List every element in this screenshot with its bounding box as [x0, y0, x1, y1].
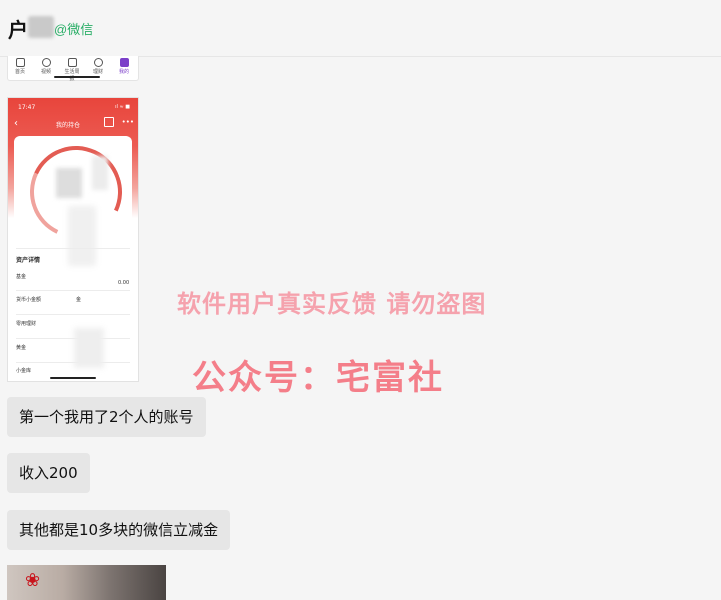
chat-message-bubble[interactable]: 收入200 [7, 453, 90, 493]
phone-status-icons: ıl ≈ ■ [115, 104, 130, 110]
phone-row-label: 资产详情 [16, 257, 41, 264]
chat-message-bubble[interactable]: 第一个我用了2个人的账号 [7, 397, 206, 437]
divider [16, 248, 130, 249]
phone-title: 我的持仓 [56, 122, 81, 129]
tab-icon-weekly: 生活周报 [64, 58, 80, 82]
image-message-top[interactable]: 首页 视频 生活周报 理财 我的 [7, 56, 139, 82]
name-redaction [28, 16, 54, 38]
phone-row-value: 金 [76, 297, 82, 303]
phone-row-label: 货币小金额 [16, 297, 42, 303]
home-indicator [54, 76, 100, 78]
home-indicator [50, 377, 96, 379]
phone-row-label: 黄金 [16, 345, 27, 351]
redaction-blur [68, 206, 96, 266]
tab-icon-mine: 我的 [116, 58, 132, 75]
image-message-phone-screenshot[interactable]: 17:47 ıl ≈ ■ ‹ 我的持仓 ••• 资产详情 基金 0.00 货币小… [7, 97, 139, 382]
contact-name[interactable]: 户 [8, 14, 28, 43]
chat-header: 户 @微信 [0, 0, 721, 57]
more-icon: ••• [121, 118, 134, 126]
calendar-icon [104, 117, 114, 127]
phone-row-label: 小金库 [16, 368, 32, 374]
divider [16, 314, 130, 315]
tab-icon-finance: 理财 [90, 58, 106, 75]
redaction-blur [74, 328, 104, 368]
divider [16, 338, 130, 339]
phone-row-label: 零用理财 [16, 321, 37, 327]
phone-row-value: 0.00 [118, 280, 130, 286]
back-arrow-icon: ‹ [14, 118, 18, 129]
image-message-photo[interactable]: ❀ [7, 565, 166, 600]
watermark-line1: 软件用户真实反馈 请勿盗图 [177, 290, 487, 318]
redaction-blur [56, 168, 82, 198]
divider [16, 362, 130, 363]
phone-row-label: 基金 [16, 274, 27, 280]
wechat-tag: @微信 [54, 22, 94, 37]
redaction-blur [92, 156, 108, 190]
divider [16, 290, 130, 291]
tab-icon-video: 视频 [38, 58, 54, 75]
tab-icon-home: 首页 [12, 58, 28, 75]
phone-time: 17:47 [18, 104, 36, 111]
chat-message-bubble[interactable]: 其他都是10多块的微信立减金 [7, 510, 231, 550]
red-decoration-icon: ❀ [25, 570, 41, 591]
watermark-line2: 公众号：宅富社 [192, 358, 444, 398]
